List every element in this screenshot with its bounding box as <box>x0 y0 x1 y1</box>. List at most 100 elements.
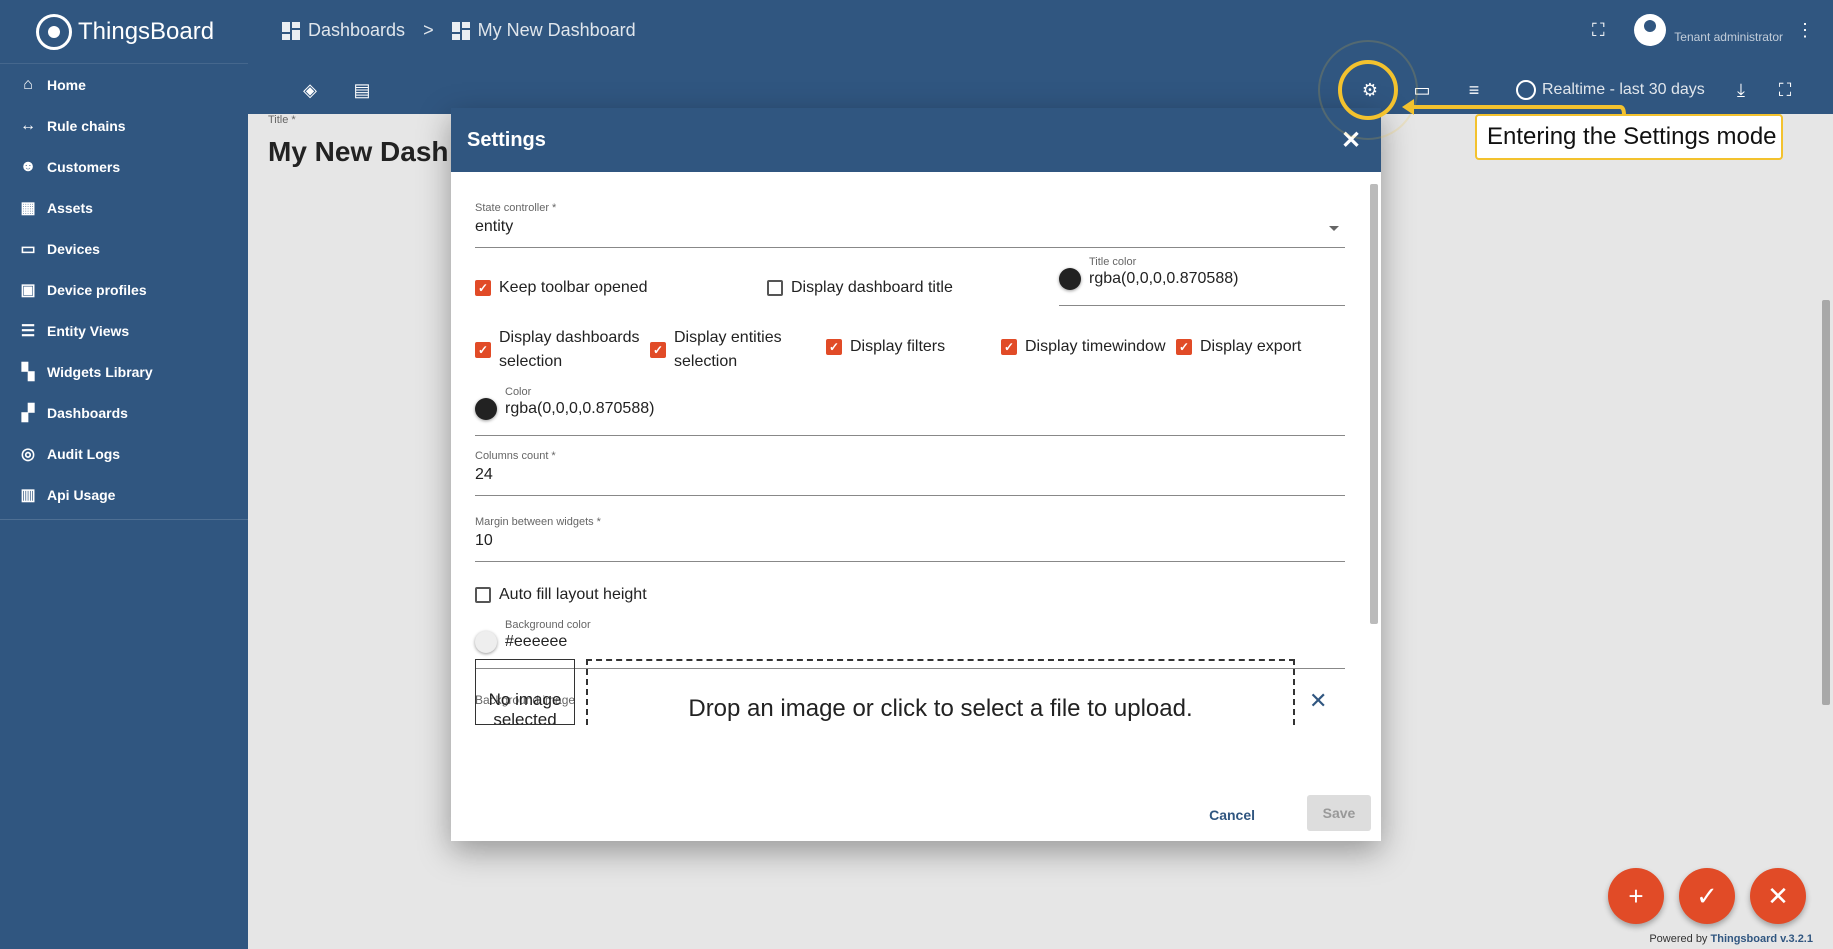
sidebar-item-widgets-library[interactable]: ▚ Widgets Library <box>0 351 248 392</box>
page-scrollbar[interactable] <box>1819 178 1833 949</box>
highlight-ring <box>1338 60 1398 120</box>
checkbox-icon: ✓ <box>475 280 491 296</box>
decline-changes-button[interactable]: ✕ <box>1750 868 1806 924</box>
state-controller-value: entity <box>475 218 514 235</box>
state-controller-select[interactable]: State controller * entity <box>475 202 1345 248</box>
background-color-swatch[interactable] <box>475 631 497 653</box>
columns-count-input[interactable]: Columns count * 24 <box>475 450 1345 496</box>
auto-fill-label: Auto fill layout height <box>499 586 647 603</box>
layers-icon[interactable]: ◈ <box>298 78 322 102</box>
breadcrumb-dashboards[interactable]: Dashboards <box>308 20 405 41</box>
avatar[interactable] <box>1634 14 1667 46</box>
dialog-title: Settings <box>467 128 546 151</box>
display-title-checkbox[interactable]: Display dashboard title <box>767 279 953 297</box>
devices-icon: ▭ <box>20 240 36 258</box>
layouts-icon[interactable]: ▤ <box>350 78 374 102</box>
background-color-value: #eeeeee <box>505 633 568 650</box>
version-link[interactable]: Thingsboard v.3.2.1 <box>1711 933 1814 945</box>
sidebar-item-label: Audit Logs <box>47 445 121 462</box>
add-widget-button[interactable]: + <box>1608 868 1664 924</box>
clear-image-icon[interactable]: ✕ <box>1309 688 1327 714</box>
settings-dialog: Settings ✕ State controller * entity ✓ K… <box>451 108 1381 841</box>
image-drop-zone[interactable]: Drop an image or click to select a file … <box>586 659 1295 725</box>
sidebar-item-home[interactable]: ⌂ Home <box>0 64 248 105</box>
checkbox-icon: ✓ <box>475 342 491 358</box>
scrollbar-thumb[interactable] <box>1822 300 1830 705</box>
sidebar-item-api-usage[interactable]: ▥ Api Usage <box>0 474 248 515</box>
fullscreen-dashboard-icon[interactable]: ⛶ <box>1773 78 1797 102</box>
assets-icon: ▦ <box>20 199 36 217</box>
display-timewindow-label: Display timewindow <box>1025 338 1166 355</box>
no-image-preview: No image selected <box>475 659 575 725</box>
sidebar-item-entity-views[interactable]: ☰ Entity Views <box>0 310 248 351</box>
title-label: Title * <box>268 114 296 126</box>
checkbox-icon <box>767 280 783 296</box>
sidebar-item-label: Api Usage <box>47 486 116 503</box>
display-dashboards-label: Display dashboards selection <box>499 329 640 370</box>
keep-toolbar-checkbox[interactable]: ✓ Keep toolbar opened <box>475 279 648 297</box>
powered-by: Powered by Thingsboard v.3.2.1 <box>1649 933 1813 945</box>
title-color-field[interactable]: Title color rgba(0,0,0,0.870588) <box>1059 256 1345 306</box>
auto-fill-checkbox[interactable]: Auto fill layout height <box>475 586 647 604</box>
sidebar-item-label: Widgets Library <box>47 363 153 380</box>
dialog-scrollbar-thumb[interactable] <box>1370 184 1378 624</box>
title-color-swatch[interactable] <box>1059 268 1081 290</box>
sidebar-item-device-profiles[interactable]: ▣ Device profiles <box>0 269 248 310</box>
sidebar-item-audit-logs[interactable]: ◎ Audit Logs <box>0 433 248 474</box>
app-name: ThingsBoard <box>78 17 215 45</box>
checkbox-icon: ✓ <box>1176 339 1192 355</box>
api-usage-icon: ▥ <box>20 486 36 504</box>
page-title[interactable]: My New Dash <box>268 136 449 168</box>
display-entities-label: Display entities selection <box>674 329 782 370</box>
logo[interactable]: ThingsBoard <box>0 0 248 64</box>
display-entities-checkbox[interactable]: ✓ Display entities selection <box>650 326 800 374</box>
download-icon[interactable]: ⤓ <box>1729 78 1753 102</box>
display-export-label: Display export <box>1200 338 1302 355</box>
dashboard-icon <box>451 21 470 40</box>
color-value: rgba(0,0,0,0.870588) <box>505 400 655 417</box>
display-title-label: Display dashboard title <box>791 279 953 296</box>
display-filters-checkbox[interactable]: ✓ Display filters <box>826 338 945 356</box>
user-role: Tenant administrator <box>1674 30 1783 44</box>
checkbox-icon: ✓ <box>826 339 842 355</box>
title-color-label: Title color <box>1089 256 1137 268</box>
thingsboard-logo-icon <box>36 13 72 50</box>
sidebar-item-label: Device profiles <box>47 281 147 298</box>
customers-icon: ☻ <box>19 157 37 175</box>
user-area: ⛶ Tenant administrator ⋮ <box>1584 14 1833 46</box>
cancel-button[interactable]: Cancel <box>1199 801 1265 829</box>
sidebar-item-label: Customers <box>47 158 121 175</box>
sidebar-item-devices[interactable]: ▭ Devices <box>0 228 248 269</box>
chevron-down-icon <box>1329 226 1339 231</box>
margin-input[interactable]: Margin between widgets * 10 <box>475 516 1345 562</box>
columns-count-label: Columns count * <box>475 450 556 462</box>
state-controller-label: State controller * <box>475 202 557 214</box>
apply-changes-button[interactable]: ✓ <box>1679 868 1735 924</box>
save-button[interactable]: Save <box>1307 795 1371 831</box>
margin-value: 10 <box>475 532 493 549</box>
checkbox-icon: ✓ <box>650 342 666 358</box>
more-vert-icon[interactable]: ⋮ <box>1791 16 1819 44</box>
sidebar-item-dashboards[interactable]: ▞ Dashboards <box>0 392 248 433</box>
dialog-footer: Cancel Save <box>451 789 1381 841</box>
display-export-checkbox[interactable]: ✓ Display export <box>1176 338 1301 356</box>
sidebar-item-label: Dashboards <box>47 404 128 421</box>
color-swatch[interactable] <box>475 398 497 420</box>
audit-icon: ◎ <box>21 445 35 463</box>
sidebar-item-label: Devices <box>47 240 100 257</box>
keep-toolbar-label: Keep toolbar opened <box>499 279 648 296</box>
display-dashboards-checkbox[interactable]: ✓ Display dashboards selection <box>475 326 645 374</box>
display-timewindow-checkbox[interactable]: ✓ Display timewindow <box>1001 338 1166 356</box>
breadcrumb-current: My New Dashboard <box>477 20 636 40</box>
device-profile-icon: ▣ <box>20 281 36 299</box>
sidebar-item-assets[interactable]: ▦ Assets <box>0 187 248 228</box>
callout-tooltip: Entering the Settings mode <box>1475 114 1783 160</box>
sidebar-item-rule-chains[interactable]: ↔ Rule chains <box>0 105 248 146</box>
dialog-scrollbar[interactable] <box>1367 172 1381 789</box>
color-field[interactable]: Color rgba(0,0,0,0.870588) <box>475 386 1345 436</box>
fullscreen-icon[interactable]: ⛶ <box>1584 16 1612 44</box>
sidebar-item-customers[interactable]: ☻ Customers <box>0 146 248 187</box>
background-color-label: Background color <box>505 619 591 631</box>
checkbox-icon: ✓ <box>1001 339 1017 355</box>
dashboards-icon: ▞ <box>21 404 35 422</box>
